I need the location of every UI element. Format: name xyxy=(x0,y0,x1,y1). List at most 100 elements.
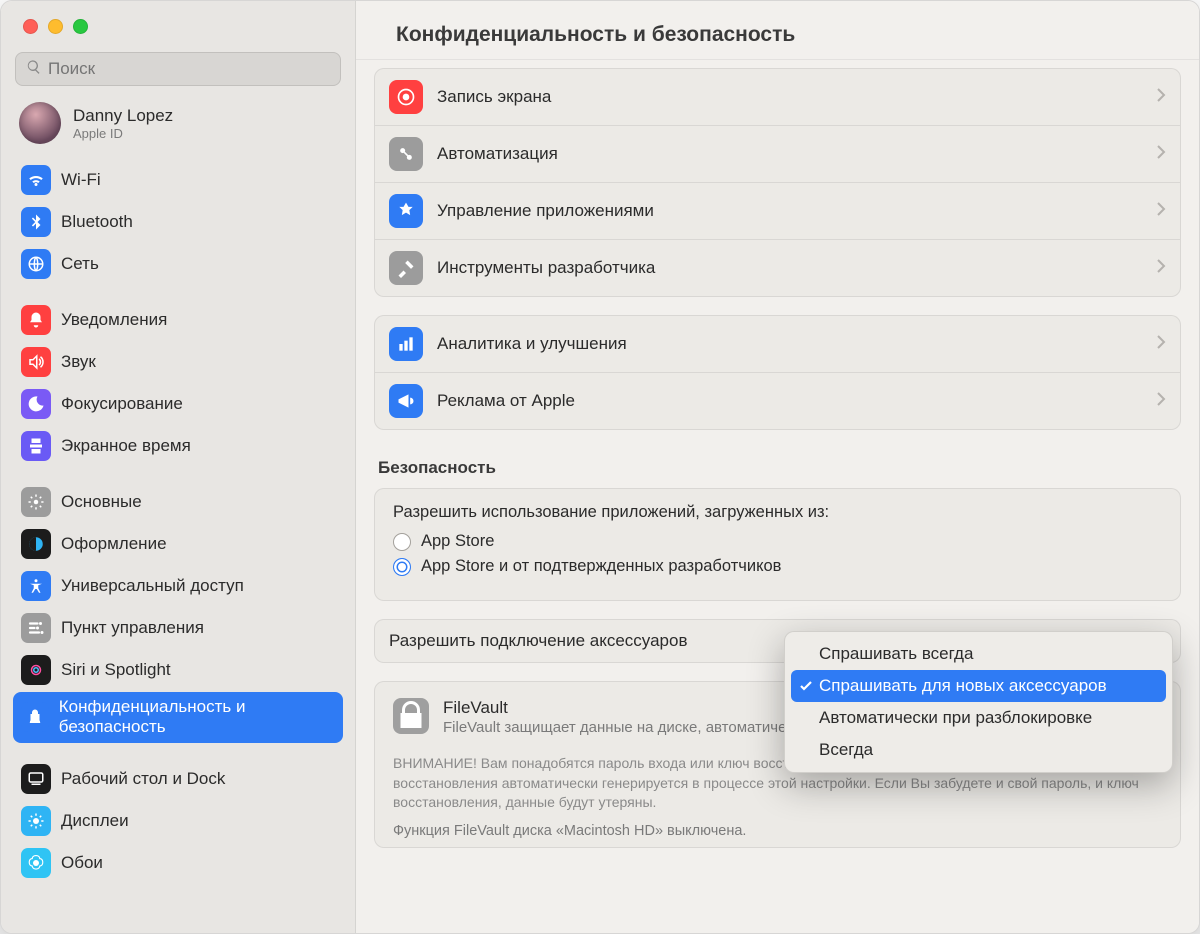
page-title: Конфиденциальность и безопасность xyxy=(396,23,1171,47)
chevron-right-icon xyxy=(1156,258,1166,279)
dropdown-option-label: Спрашивать для новых аксессуаров xyxy=(819,676,1107,696)
sidebar-item-label: Фокусирование xyxy=(61,394,183,414)
privacy-group-2: Аналитика и улучшения Реклама от Apple xyxy=(374,315,1181,430)
row-analytics[interactable]: Аналитика и улучшения xyxy=(375,316,1180,373)
sidebar-item-label: Основные xyxy=(61,492,142,512)
search-input[interactable] xyxy=(48,59,330,79)
window-controls xyxy=(1,1,355,42)
chevron-right-icon xyxy=(1156,334,1166,355)
radio-label: App Store xyxy=(421,532,494,551)
dropdown-option-label: Спрашивать всегда xyxy=(819,644,973,664)
sidebar-item-label: Рабочий стол и Dock xyxy=(61,769,225,789)
row-label: Реклама от Apple xyxy=(437,391,1156,411)
sidebar-item-label: Звук xyxy=(61,352,96,372)
search-field[interactable] xyxy=(15,52,341,86)
sidebar: Danny Lopez Apple ID Wi-Fi Bluetooth Сеть У… xyxy=(1,1,356,933)
sidebar-item-focus[interactable]: Фокусирование xyxy=(13,384,343,424)
radio-icon xyxy=(393,558,411,576)
row-label: Аналитика и улучшения xyxy=(437,334,1156,354)
filevault-icon xyxy=(393,698,429,734)
ads-icon xyxy=(389,384,423,418)
dropdown-option[interactable]: Спрашивать всегда xyxy=(791,638,1166,670)
sidebar-item-notifications[interactable]: Уведомления xyxy=(13,300,343,340)
wallpaper-icon xyxy=(21,848,51,878)
privacy-icon xyxy=(21,702,49,732)
sidebar-item-privacy[interactable]: Конфиденциальность и безопасность xyxy=(13,692,343,743)
sidebar-item-wifi[interactable]: Wi-Fi xyxy=(13,160,343,200)
check-icon xyxy=(799,678,813,698)
account-name: Danny Lopez xyxy=(73,106,173,126)
radio-appstore-identified[interactable]: App Store и от подтвержденных разработчи… xyxy=(393,557,1162,576)
allow-downloads-label: Разрешить использование приложений, загр… xyxy=(393,503,1162,522)
bluetooth-icon xyxy=(21,207,51,237)
dropdown-option[interactable]: Автоматически при разблокировке xyxy=(791,702,1166,734)
automation-icon xyxy=(389,137,423,171)
row-label: Запись экрана xyxy=(437,87,1156,107)
filevault-status: Функция FileVault диска «Macintosh HD» в… xyxy=(375,817,1180,847)
screenrec-icon xyxy=(389,80,423,114)
sidebar-list: Wi-Fi Bluetooth Сеть Уведомления Звук Фокусир… xyxy=(1,154,355,905)
dropdown-option[interactable]: Всегда xyxy=(791,734,1166,766)
sidebar-item-label: Дисплеи xyxy=(61,811,129,831)
zoom-button[interactable] xyxy=(73,19,88,34)
appmgmt-icon xyxy=(389,194,423,228)
sidebar-item-label: Обои xyxy=(61,853,103,873)
sidebar-item-label: Пункт управления xyxy=(61,618,204,638)
chevron-right-icon xyxy=(1156,201,1166,222)
sound-icon xyxy=(21,347,51,377)
account-row[interactable]: Danny Lopez Apple ID xyxy=(1,94,355,154)
content: Запись экрана Автоматизация Управление при… xyxy=(356,60,1199,933)
dropdown-option-label: Автоматически при разблокировке xyxy=(819,708,1092,728)
row-label: Инструменты разработчика xyxy=(437,258,1156,278)
accessory-dropdown[interactable]: Спрашивать всегда Спрашивать для новых ак… xyxy=(784,631,1173,773)
sidebar-item-screentime[interactable]: Экранное время xyxy=(13,426,343,466)
sidebar-item-label: Сеть xyxy=(61,254,99,274)
sidebar-item-wallpaper[interactable]: Обои xyxy=(13,843,343,883)
sidebar-item-label: Экранное время xyxy=(61,436,191,456)
sidebar-item-label: Оформление xyxy=(61,534,167,554)
row-devtools[interactable]: Инструменты разработчика xyxy=(375,240,1180,296)
sidebar-item-bluetooth[interactable]: Bluetooth xyxy=(13,202,343,242)
sidebar-item-label: Конфиденциальность и безопасность xyxy=(59,697,335,738)
dropdown-option[interactable]: Спрашивать для новых аксессуаров xyxy=(791,670,1166,702)
sidebar-item-accessibility[interactable]: Универсальный доступ xyxy=(13,566,343,606)
analytics-icon xyxy=(389,327,423,361)
network-icon xyxy=(21,249,51,279)
avatar xyxy=(19,102,61,144)
main-area: Конфиденциальность и безопасность Запись… xyxy=(356,1,1199,933)
security-section-title: Безопасность xyxy=(370,448,1185,488)
sidebar-item-label: Bluetooth xyxy=(61,212,133,232)
row-ads[interactable]: Реклама от Apple xyxy=(375,373,1180,429)
account-subtitle: Apple ID xyxy=(73,126,173,141)
sidebar-item-displays[interactable]: Дисплеи xyxy=(13,801,343,841)
row-screenrec[interactable]: Запись экрана xyxy=(375,69,1180,126)
appearance-icon xyxy=(21,529,51,559)
siri-icon xyxy=(21,655,51,685)
general-icon xyxy=(21,487,51,517)
minimize-button[interactable] xyxy=(48,19,63,34)
radio-label: App Store и от подтвержденных разработчи… xyxy=(421,557,781,576)
accessibility-icon xyxy=(21,571,51,601)
desktop-icon xyxy=(21,764,51,794)
sidebar-item-controlcenter[interactable]: Пункт управления xyxy=(13,608,343,648)
sidebar-item-desktop[interactable]: Рабочий стол и Dock xyxy=(13,759,343,799)
displays-icon xyxy=(21,806,51,836)
sidebar-item-label: Siri и Spotlight xyxy=(61,660,171,680)
sidebar-item-sound[interactable]: Звук xyxy=(13,342,343,382)
chevron-right-icon xyxy=(1156,144,1166,165)
row-label: Автоматизация xyxy=(437,144,1156,164)
row-automation[interactable]: Автоматизация xyxy=(375,126,1180,183)
radio-appstore[interactable]: App Store xyxy=(393,532,1162,551)
sidebar-item-appearance[interactable]: Оформление xyxy=(13,524,343,564)
controlcenter-icon xyxy=(21,613,51,643)
row-appmgmt[interactable]: Управление приложениями xyxy=(375,183,1180,240)
search-icon xyxy=(26,59,48,80)
sidebar-item-label: Универсальный доступ xyxy=(61,576,244,596)
dropdown-option-label: Всегда xyxy=(819,740,873,760)
sidebar-item-siri[interactable]: Siri и Spotlight xyxy=(13,650,343,690)
sidebar-item-network[interactable]: Сеть xyxy=(13,244,343,284)
close-button[interactable] xyxy=(23,19,38,34)
settings-window: Danny Lopez Apple ID Wi-Fi Bluetooth Сеть У… xyxy=(0,0,1200,934)
sidebar-item-general[interactable]: Основные xyxy=(13,482,343,522)
header: Конфиденциальность и безопасность xyxy=(356,1,1199,60)
